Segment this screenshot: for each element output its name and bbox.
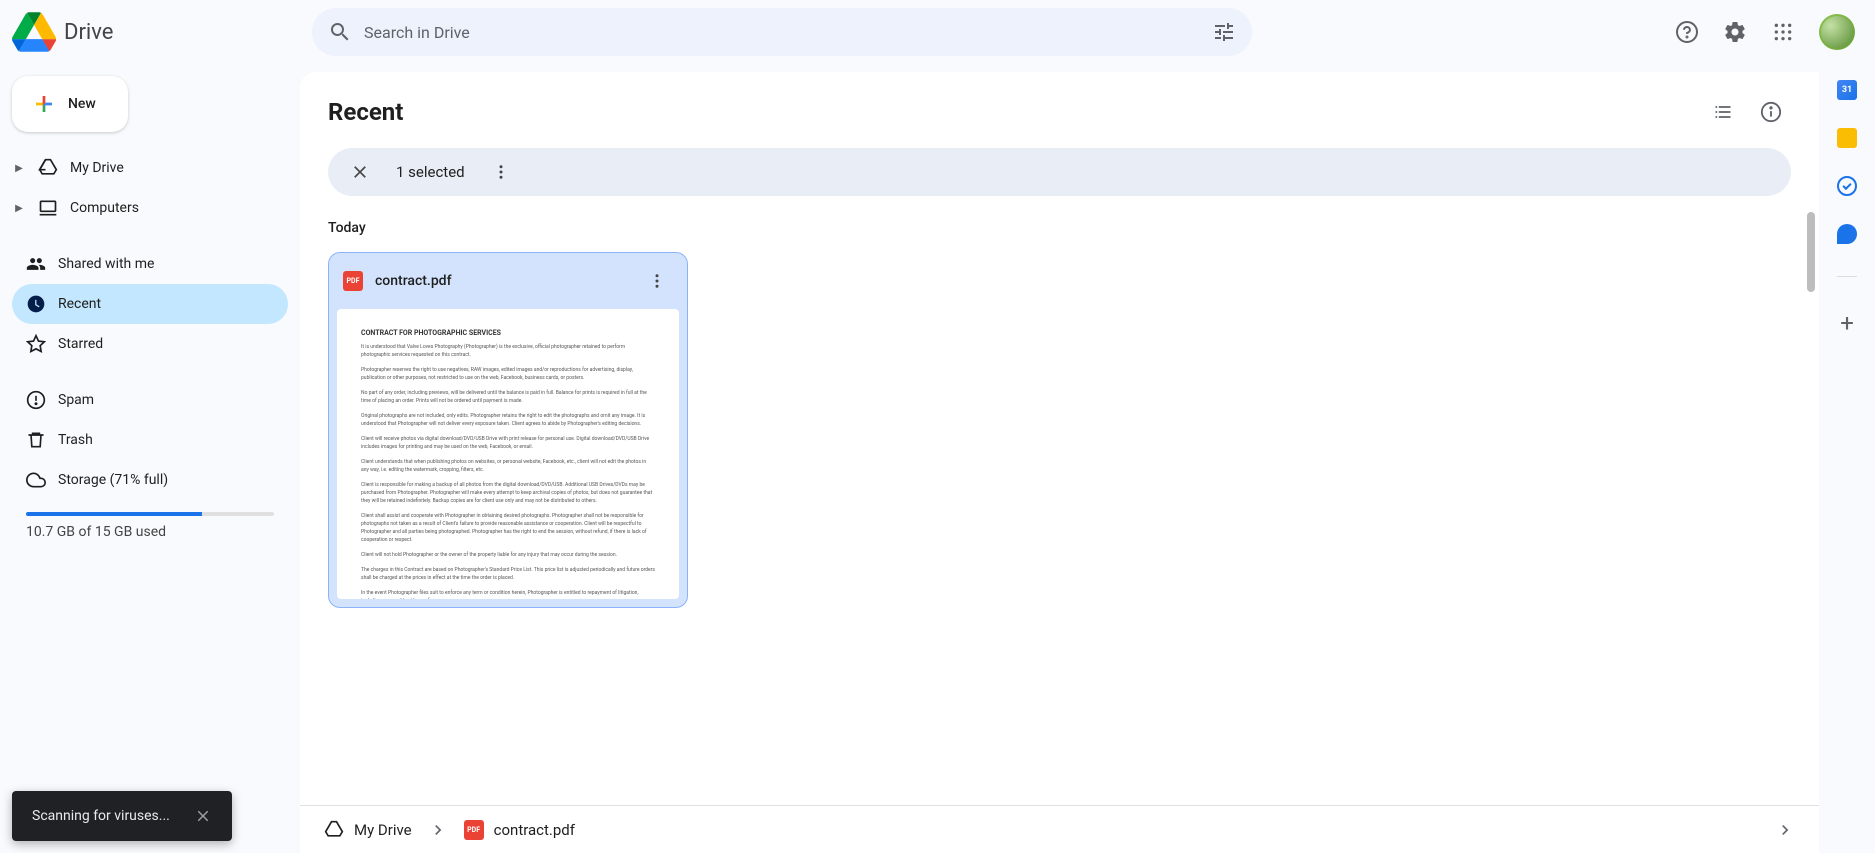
toast-notification: Scanning for viruses... <box>12 791 232 841</box>
thumb-heading: CONTRACT FOR PHOTOGRAPHIC SERVICES <box>361 329 655 337</box>
get-addons-button[interactable]: + <box>1840 309 1854 337</box>
logo-link[interactable]: Drive <box>12 10 312 54</box>
selection-more-button[interactable] <box>481 152 521 192</box>
nav: ▶ My Drive ▶ Computers Shared with me Re… <box>0 148 300 500</box>
contacts-app-icon[interactable] <box>1837 224 1857 244</box>
breadcrumb-expand[interactable] <box>1775 820 1795 840</box>
more-vert-icon <box>648 272 666 290</box>
cloud-icon <box>26 470 46 490</box>
drive-icon <box>38 158 58 178</box>
nav-label: Spam <box>58 392 94 408</box>
close-icon <box>194 807 212 825</box>
spam-icon <box>26 390 46 410</box>
file-thumbnail: CONTRACT FOR PHOTOGRAPHIC SERVICES It is… <box>337 309 679 599</box>
divider <box>1837 276 1857 277</box>
breadcrumb-current-label: contract.pdf <box>494 821 575 839</box>
breadcrumb-root[interactable]: My Drive <box>324 820 412 840</box>
section-label: Today <box>300 212 1819 244</box>
nav-my-drive[interactable]: ▶ My Drive <box>12 148 288 188</box>
file-card[interactable]: PDF contract.pdf CONTRACT FOR PHOTOGRAPH… <box>328 252 688 608</box>
app-header: Drive <box>0 0 1875 64</box>
file-card-header: PDF contract.pdf <box>329 253 687 309</box>
calendar-app-icon[interactable]: 31 <box>1837 80 1857 100</box>
breadcrumb-root-label: My Drive <box>354 821 412 839</box>
help-icon <box>1675 20 1699 44</box>
nav-recent[interactable]: Recent <box>12 284 288 324</box>
drive-icon <box>324 820 344 840</box>
expand-icon[interactable]: ▶ <box>12 163 26 174</box>
search-input[interactable] <box>364 23 1200 42</box>
breadcrumb-current[interactable]: PDF contract.pdf <box>464 820 575 840</box>
nav-trash[interactable]: Trash <box>12 420 288 460</box>
pdf-icon: PDF <box>464 820 484 840</box>
close-icon <box>350 162 370 182</box>
search-options-icon[interactable] <box>1212 20 1236 44</box>
nav-starred[interactable]: Starred <box>12 324 288 364</box>
nav-label: My Drive <box>70 160 124 176</box>
storage-bar <box>26 512 274 516</box>
laptop-icon <box>38 198 58 218</box>
list-icon <box>1713 102 1733 122</box>
info-icon <box>1760 101 1782 123</box>
clear-selection-button[interactable] <box>340 152 380 192</box>
info-button[interactable] <box>1751 92 1791 132</box>
apps-button[interactable] <box>1763 12 1803 52</box>
toast-message: Scanning for viruses... <box>32 808 170 824</box>
selection-bar: 1 selected <box>328 148 1791 196</box>
gear-icon <box>1723 20 1747 44</box>
clock-icon <box>26 294 46 314</box>
file-more-button[interactable] <box>641 265 673 297</box>
chevron-right-icon <box>1775 820 1795 840</box>
view-actions <box>1703 92 1791 132</box>
tasks-app-icon[interactable] <box>1837 176 1857 196</box>
more-vert-icon <box>492 163 510 181</box>
file-grid: PDF contract.pdf CONTRACT FOR PHOTOGRAPH… <box>300 244 1819 616</box>
storage-text: 10.7 GB of 15 GB used <box>26 524 274 540</box>
main-header: Recent <box>300 72 1819 144</box>
expand-icon[interactable]: ▶ <box>12 203 26 214</box>
apps-icon <box>1773 22 1793 42</box>
side-panel: 31 + <box>1819 0 1875 853</box>
search-icon <box>328 20 352 44</box>
breadcrumb: My Drive PDF contract.pdf <box>300 805 1819 853</box>
nav-label: Starred <box>58 336 103 352</box>
account-avatar[interactable] <box>1819 14 1855 50</box>
file-name: contract.pdf <box>375 273 629 289</box>
scrollbar[interactable] <box>1807 212 1815 292</box>
storage-section: 10.7 GB of 15 GB used <box>0 504 300 540</box>
trash-icon <box>26 430 46 450</box>
page-title: Recent <box>328 98 403 126</box>
people-icon <box>26 254 46 274</box>
nav-label: Recent <box>58 296 101 312</box>
header-actions <box>1667 12 1863 52</box>
new-button-label: New <box>68 96 96 112</box>
pdf-icon: PDF <box>343 271 363 291</box>
nav-spam[interactable]: Spam <box>12 380 288 420</box>
search-bar[interactable] <box>312 8 1252 56</box>
nav-label: Storage (71% full) <box>58 472 168 488</box>
nav-computers[interactable]: ▶ Computers <box>12 188 288 228</box>
nav-shared[interactable]: Shared with me <box>12 244 288 284</box>
nav-label: Trash <box>58 432 93 448</box>
drive-logo-icon <box>12 10 56 54</box>
list-view-button[interactable] <box>1703 92 1743 132</box>
keep-app-icon[interactable] <box>1837 128 1857 148</box>
sidebar: New ▶ My Drive ▶ Computers Shared with m… <box>0 0 300 853</box>
nav-label: Computers <box>70 200 139 216</box>
app-name: Drive <box>64 20 113 45</box>
new-button[interactable]: New <box>12 76 128 132</box>
toast-close-button[interactable] <box>194 807 212 825</box>
plus-icon <box>32 92 56 116</box>
chevron-right-icon <box>428 820 448 840</box>
selection-count: 1 selected <box>396 163 465 181</box>
star-icon <box>26 334 46 354</box>
help-button[interactable] <box>1667 12 1707 52</box>
main-content: Recent 1 selected Today PD <box>300 72 1819 853</box>
nav-label: Shared with me <box>58 256 154 272</box>
settings-button[interactable] <box>1715 12 1755 52</box>
nav-storage[interactable]: Storage (71% full) <box>12 460 288 500</box>
